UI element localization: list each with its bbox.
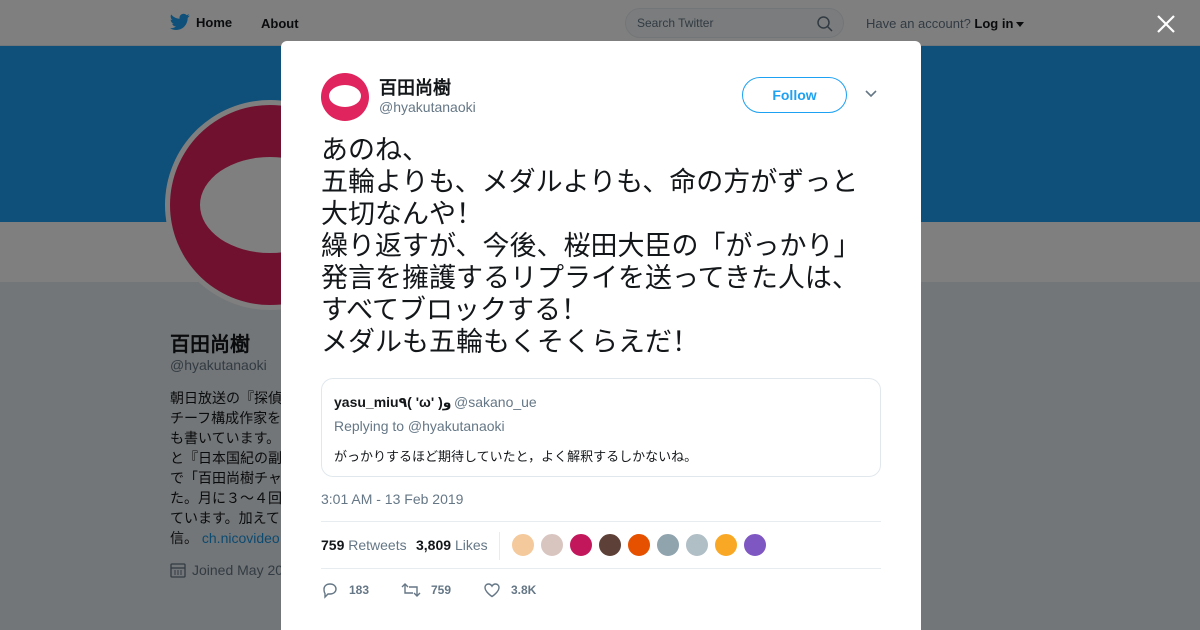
heart-icon <box>484 583 500 598</box>
liker-avatar[interactable] <box>627 533 651 557</box>
liker-avatar[interactable] <box>569 533 593 557</box>
tweet-stats: 759 Retweets 3,809 Likes <box>321 521 881 569</box>
chevron-down-icon[interactable] <box>864 89 878 99</box>
retweets-count: 759 <box>321 537 345 553</box>
likes-stat[interactable]: 3,809 Likes <box>416 537 488 553</box>
retweet-icon <box>401 583 421 597</box>
stats-divider <box>499 532 500 560</box>
reply-icon <box>323 583 337 599</box>
liker-avatar[interactable] <box>714 533 738 557</box>
liker-avatar[interactable] <box>598 533 622 557</box>
retweet-count: 759 <box>431 583 452 597</box>
tweet-modal: 百田尚樹 @hyakutanaoki Follow あのね、 五輪よりも、メダル… <box>281 41 921 630</box>
liker-avatar[interactable] <box>540 533 564 557</box>
quote-text: がっかりするほど期待していたと，よく解釈するしかないね。 <box>334 450 698 465</box>
tweet-text: あのね、 五輪よりも、メダルよりも、命の方がずっと 大切なんや！ 繰り返すが、今… <box>321 135 861 358</box>
quote-replying-to: Replying to @hyakutanaoki <box>334 418 505 434</box>
likes-label: Likes <box>454 537 488 553</box>
liker-avatar[interactable] <box>685 533 709 557</box>
quoted-tweet[interactable]: yasu_miu٩( 'ω' )و @sakano_ue Replying to… <box>321 378 881 477</box>
reply-count: 183 <box>349 583 370 597</box>
quote-author-handle: @sakano_ue <box>454 394 537 410</box>
like-count: 3.8K <box>511 583 537 597</box>
liker-avatar[interactable] <box>656 533 680 557</box>
liker-avatar[interactable] <box>511 533 535 557</box>
quote-author-name: yasu_miu٩( 'ω' )و <box>334 394 452 410</box>
retweets-label: Retweets <box>348 537 407 553</box>
tweet-timestamp[interactable]: 3:01 AM - 13 Feb 2019 <box>321 491 463 507</box>
author-handle[interactable]: @hyakutanaoki <box>379 99 476 115</box>
retweets-stat[interactable]: 759 Retweets <box>321 537 407 553</box>
tweet-actions: 183 759 3.8K <box>321 579 881 603</box>
follow-button[interactable]: Follow <box>742 77 847 113</box>
author-avatar[interactable] <box>321 73 369 121</box>
close-icon[interactable] <box>1156 14 1176 34</box>
likes-count: 3,809 <box>416 537 452 553</box>
reply-action[interactable]: 183 <box>321 581 369 599</box>
liker-avatar[interactable] <box>743 533 767 557</box>
author-name[interactable]: 百田尚樹 <box>379 74 451 100</box>
liker-avatars <box>511 533 767 557</box>
retweet-action[interactable]: 759 <box>401 581 451 599</box>
like-action[interactable]: 3.8K <box>483 581 536 599</box>
